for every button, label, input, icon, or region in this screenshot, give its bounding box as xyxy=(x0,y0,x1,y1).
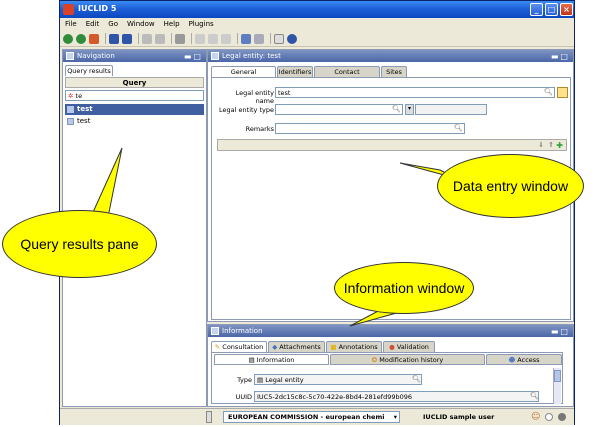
information-callout: Information window xyxy=(334,262,474,314)
query-results-callout: Query results pane xyxy=(2,210,157,278)
data-entry-callout: Data entry window xyxy=(437,154,584,218)
